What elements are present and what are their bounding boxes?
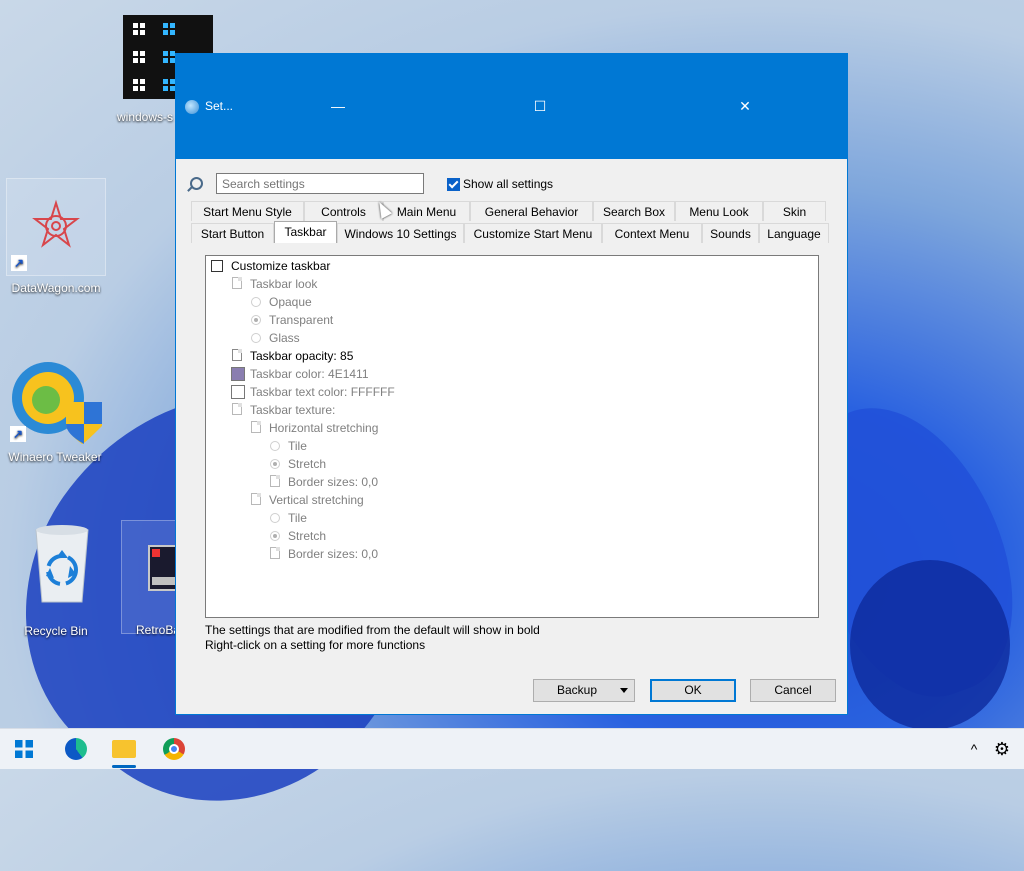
- page-icon: [232, 277, 242, 289]
- setting-label: Border sizes: 0,0: [288, 475, 379, 489]
- file-explorer-icon[interactable]: [104, 733, 144, 768]
- radio-selected-icon: [251, 315, 261, 325]
- desktop-icon-label: Winaero Tweaker: [8, 450, 102, 464]
- setting-label: Taskbar text color: FFFFFF: [250, 385, 395, 399]
- desktop-icon-recycle-bin[interactable]: Recycle Bin: [8, 522, 104, 638]
- maximize-button[interactable]: ☐: [520, 92, 560, 120]
- radio-icon: [270, 441, 280, 451]
- page-icon: [270, 547, 280, 559]
- setting-label: Taskbar texture:: [250, 403, 336, 417]
- setting-label: Transparent: [269, 313, 334, 327]
- tab-windows-10-settings[interactable]: Windows 10 Settings: [337, 223, 464, 243]
- tab-customize-start-menu[interactable]: Customize Start Menu: [464, 223, 602, 243]
- minimize-button[interactable]: —: [318, 92, 358, 120]
- chrome-icon[interactable]: [154, 733, 194, 765]
- desktop-icon-label: Recycle Bin: [24, 624, 88, 638]
- window-title: Set...: [205, 99, 234, 113]
- setting-label: Tile: [288, 511, 307, 525]
- datawagon-logo-icon: [32, 199, 80, 248]
- note-bold-settings: The settings that are modified from the …: [205, 623, 540, 637]
- radio-selected-icon: [270, 531, 280, 541]
- note-right-click: Right-click on a setting for more functi…: [205, 638, 426, 652]
- setting-label: Vertical stretching: [269, 493, 364, 507]
- show-all-settings-checkbox[interactable]: [447, 178, 460, 191]
- page-icon: [270, 475, 280, 487]
- setting-label: Customize taskbar: [231, 259, 331, 273]
- tab-skin[interactable]: Skin: [763, 201, 826, 221]
- backup-button[interactable]: Backup: [533, 679, 635, 702]
- customize-taskbar-checkbox[interactable]: [211, 260, 223, 272]
- tab-context-menu[interactable]: Context Menu: [602, 223, 702, 243]
- tab-general-behavior[interactable]: General Behavior: [470, 201, 593, 221]
- setting-label: Taskbar opacity: 85: [250, 349, 354, 363]
- shortcut-arrow-icon: ↗: [10, 426, 26, 442]
- desktop-icon-label: windows-s: [116, 110, 173, 124]
- desktop-icon-winaero[interactable]: ↗ Winaero Tweaker: [6, 358, 104, 464]
- recycle-bin-icon: [35, 525, 89, 603]
- setting-label: Stretch: [288, 529, 327, 543]
- radio-icon: [251, 297, 261, 307]
- tab-menu-look[interactable]: Menu Look: [675, 201, 763, 221]
- color-swatch: [231, 367, 245, 381]
- wallpaper-bloom: [850, 560, 1010, 730]
- tab-sounds[interactable]: Sounds: [702, 223, 759, 243]
- setting-label: Taskbar color: 4E1411: [250, 367, 369, 381]
- color-swatch: [231, 385, 245, 399]
- page-icon: [251, 493, 261, 505]
- backup-label: Backup: [556, 683, 598, 697]
- tab-taskbar[interactable]: Taskbar: [274, 221, 337, 243]
- desktop-icon-windows[interactable]: windows-s: [110, 106, 180, 124]
- tab-start-menu-style[interactable]: Start Menu Style: [191, 201, 304, 221]
- setting-label: Opaque: [269, 295, 312, 309]
- setting-label: Taskbar look: [250, 277, 318, 291]
- cancel-button[interactable]: Cancel: [750, 679, 836, 702]
- app-icon: [185, 100, 199, 114]
- show-all-settings-label: Show all settings: [463, 177, 554, 191]
- page-gear-icon: [232, 349, 242, 361]
- dialog-body: Show all settings Start Menu Style Contr…: [176, 159, 847, 714]
- page-icon: [251, 421, 261, 433]
- radio-selected-icon: [270, 459, 280, 469]
- page-icon: [232, 403, 242, 415]
- search-icon: [190, 177, 203, 190]
- tab-start-button[interactable]: Start Button: [191, 223, 274, 243]
- desktop-icon-datawagon[interactable]: ↗ DataWagon.com: [6, 178, 106, 295]
- radio-icon: [270, 513, 280, 523]
- radio-icon: [251, 333, 261, 343]
- setting-label: Tile: [288, 439, 307, 453]
- desktop-icon-retrobar[interactable]: RetroBa: [121, 520, 182, 637]
- setting-label: Stretch: [288, 457, 327, 471]
- close-button[interactable]: ✕: [725, 92, 765, 120]
- tab-row-1: Start Menu Style Controls Main Menu Gene…: [191, 201, 831, 221]
- ok-button[interactable]: OK: [650, 679, 736, 702]
- shortcut-arrow-icon: ↗: [11, 255, 27, 271]
- setting-label: Horizontal stretching: [269, 421, 379, 435]
- setting-label: Glass: [269, 331, 300, 345]
- tab-row-2: Start Button Taskbar Windows 10 Settings…: [191, 221, 831, 243]
- search-input[interactable]: [216, 173, 424, 194]
- tab-search-box[interactable]: Search Box: [593, 201, 675, 221]
- settings-tree: Customize taskbar Taskbar look Opaque Tr…: [205, 255, 819, 618]
- taskbar: ^ ⚙: [0, 728, 1024, 769]
- start-icon[interactable]: [4, 733, 44, 765]
- settings-dialog: Set... — ☐ ✕ Show all settings Start Men…: [175, 53, 848, 715]
- setting-label: Border sizes: 0,0: [288, 547, 379, 561]
- desktop-icon-label: DataWagon.com: [11, 281, 101, 295]
- tab-controls[interactable]: Controls: [304, 201, 383, 221]
- dropdown-arrow-icon: [620, 688, 628, 693]
- tab-language[interactable]: Language: [759, 223, 829, 243]
- settings-gear-icon[interactable]: ⚙: [982, 733, 1022, 765]
- edge-icon[interactable]: [56, 733, 96, 765]
- tab-main-menu[interactable]: Main Menu: [383, 201, 470, 221]
- title-bar[interactable]: Set... — ☐ ✕: [176, 54, 847, 159]
